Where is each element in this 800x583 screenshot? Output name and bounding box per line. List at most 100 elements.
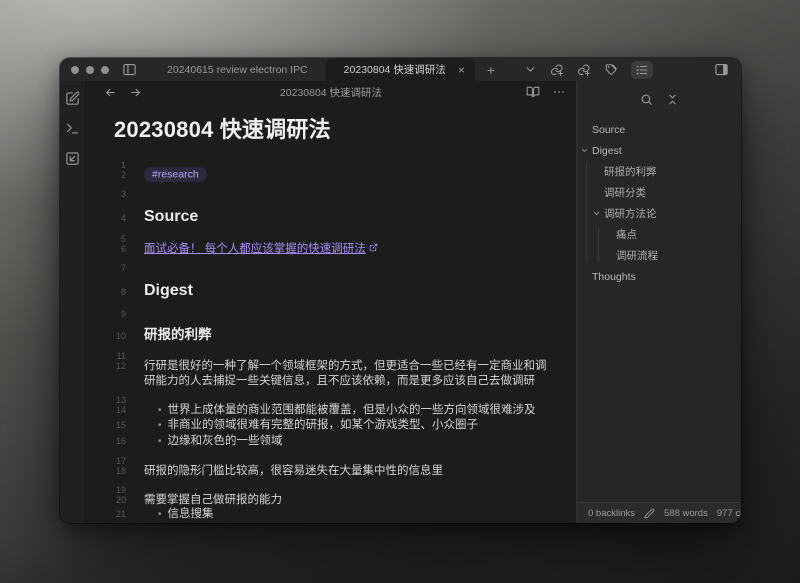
line-content: 面试必备！ 每个人都应该掌握的快速调研法 (126, 242, 404, 257)
bullet-text: 非商业的领域很难有完整的研报，如某个游戏类型、小众圈子 (168, 419, 479, 431)
outline-item[interactable]: 调研流程 (578, 245, 741, 266)
bullet-marker: • (158, 509, 162, 520)
editor-line-10[interactable]: 10研报的利弊 (86, 317, 576, 345)
collapse-all-icon[interactable] (666, 93, 679, 106)
editor-line-3[interactable]: 3 (86, 182, 576, 197)
line-content (126, 257, 170, 272)
line-number: 14 (86, 403, 126, 418)
editor-line-7[interactable]: 7 (86, 257, 576, 272)
line-content: •总结归纳 (126, 523, 240, 524)
outline-item-label: 调研分类 (578, 185, 646, 200)
inline-title[interactable]: 20230804 快速调研法 (114, 112, 576, 144)
terminal-icon[interactable] (65, 121, 80, 136)
search-icon[interactable] (640, 93, 653, 106)
editor-line-22[interactable]: 22•总结归纳 (86, 523, 576, 524)
bullet-text: 边缘和灰色的一些领域 (168, 435, 283, 447)
status-bar: 0 backlinks 588 words 977 characters (578, 502, 741, 523)
editor-line-17[interactable]: 17 (86, 449, 576, 464)
back-icon[interactable] (104, 86, 117, 99)
editor-line-14[interactable]: 14•世界上成体量的商业范围都能被覆盖，但是小众的一些方向领域很难涉及 (86, 403, 576, 419)
line-number: 21 (86, 507, 126, 522)
right-sidebar-toggle-icon[interactable] (714, 62, 729, 77)
maximize-window-button[interactable] (101, 66, 109, 74)
left-ribbon (60, 81, 86, 523)
editor-line-15[interactable]: 15•非商业的领域很难有完整的研报，如某个游戏类型、小众圈子 (86, 418, 576, 434)
outline-item-label: 研报的利弊 (578, 164, 657, 179)
backlinks-count[interactable]: 0 backlinks (588, 508, 635, 519)
new-note-icon[interactable] (65, 91, 80, 106)
view-header-actions (526, 85, 566, 99)
new-tab-button[interactable]: + (487, 58, 495, 81)
line-content (126, 449, 170, 464)
outline-item[interactable]: Digest (578, 140, 741, 161)
outline-item[interactable]: 调研分类 (578, 182, 741, 203)
editor-line-11[interactable]: 11 (86, 345, 576, 360)
line-number: 7 (86, 261, 126, 276)
tab-list-chevron-icon[interactable] (524, 63, 537, 76)
move-note-icon[interactable] (65, 151, 80, 166)
forward-icon[interactable] (129, 86, 142, 99)
view-title: 20230804 快速调研法 (86, 85, 576, 100)
editor-line-13[interactable]: 13 (86, 388, 576, 403)
line-content: Source (126, 207, 224, 226)
editor-line-18[interactable]: 18研报的隐形门槛比较高，很容易迷失在大量集中性的信息里 (86, 464, 576, 479)
outline-item[interactable]: 痛点 (578, 224, 741, 245)
editor-line-9[interactable]: 9 (86, 302, 576, 317)
more-options-icon[interactable] (552, 85, 566, 99)
chevron-down-icon[interactable] (592, 209, 601, 218)
outline-item[interactable]: Source (578, 119, 741, 140)
outline-item[interactable]: 调研方法论 (578, 203, 741, 224)
line-content: #research (126, 168, 233, 183)
close-window-button[interactable] (71, 66, 79, 74)
line-number: 15 (86, 418, 126, 433)
tab-inactive[interactable]: 20240615 review electron IPC (149, 58, 326, 81)
editor-line-1[interactable]: 1 (86, 153, 576, 168)
line-number: 16 (86, 434, 126, 449)
reading-mode-icon[interactable] (526, 85, 540, 99)
external-link[interactable]: 面试必备！ 每个人都应该掌握的快速调研法 (144, 243, 366, 255)
editor-content[interactable]: 20230804 快速调研法 12#research34Source56面试必备… (86, 103, 576, 523)
editor-line-8[interactable]: 8Digest (86, 271, 576, 302)
editor-line-16[interactable]: 16•边缘和灰色的一些领域 (86, 434, 576, 450)
chevron-down-icon[interactable] (580, 146, 589, 155)
line-number: 8 (86, 283, 126, 302)
line-content: •边缘和灰色的一些领域 (126, 434, 309, 450)
editor-line-19[interactable]: 19 (86, 478, 576, 493)
window-body: 20230804 快速调研法 20230804 快速调研法 12#researc… (60, 81, 741, 523)
line-content: 行研是很好的一种了解一个领域框架的方式，但更适合一些已经有一定商业和调研能力的人… (126, 359, 576, 388)
tab-close-icon[interactable]: × (458, 64, 465, 76)
line-content: •非商业的领域很难有完整的研报，如某个游戏类型、小众圈子 (126, 418, 504, 434)
outline-header (578, 81, 741, 112)
outline-item[interactable]: Thoughts (578, 266, 741, 287)
minimize-window-button[interactable] (86, 66, 94, 74)
bullet-text: 世界上成体量的商业范围都能被覆盖，但是小众的一些方向领域很难涉及 (168, 404, 536, 416)
editor-line-20[interactable]: 20需要掌握自己做研报的能力 (86, 493, 576, 508)
editor-line-2[interactable]: 2#research (86, 168, 576, 183)
editor-line-5[interactable]: 5 (86, 228, 576, 243)
line-content: • 信息搜集 (126, 507, 240, 523)
indent-guide (586, 164, 587, 263)
editor-line-6[interactable]: 6面试必备！ 每个人都应该掌握的快速调研法 (86, 242, 576, 257)
line-number: 20 (86, 493, 126, 508)
tag-pill[interactable]: #research (144, 167, 207, 182)
line-content: •世界上成体量的商业范围都能被覆盖，但是小众的一些方向领域很难涉及 (126, 403, 562, 419)
line-content: 研报的隐形门槛比较高，很容易迷失在大量集中性的信息里 (126, 464, 469, 479)
editor-line-21[interactable]: 21 • 信息搜集 (86, 507, 576, 523)
editor-line-12[interactable]: 12行研是很好的一种了解一个领域框架的方式，但更适合一些已经有一定商业和调研能力… (86, 359, 576, 388)
pencil-icon (644, 508, 655, 519)
line-number: 3 (86, 187, 126, 202)
line-content (126, 182, 170, 197)
line-number: 22 (86, 523, 126, 524)
outline-item[interactable]: 研报的利弊 (578, 161, 741, 182)
tab-active[interactable]: 20230804 快速调研法 × (326, 58, 475, 81)
editor-line-4[interactable]: 4Source (86, 197, 576, 228)
word-count[interactable]: 588 words (664, 508, 708, 519)
character-count[interactable]: 977 characters (717, 508, 741, 519)
add-embed-link-icon[interactable] (577, 63, 591, 77)
bullet-text: 信息搜集 (168, 508, 214, 520)
add-link-icon[interactable] (550, 63, 564, 77)
tags-icon[interactable] (604, 63, 618, 77)
left-sidebar-toggle-icon[interactable] (122, 58, 137, 81)
outline-list-icon[interactable] (631, 61, 653, 79)
line-content (126, 153, 170, 168)
